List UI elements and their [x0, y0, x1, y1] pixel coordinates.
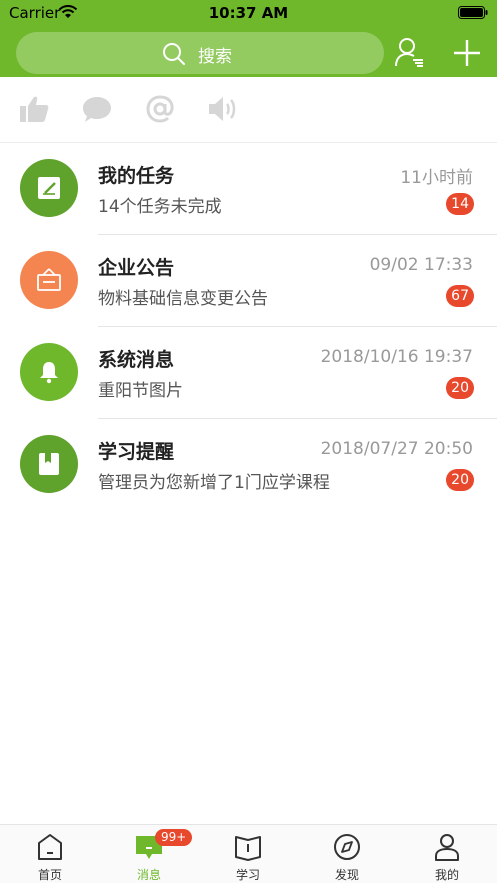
tab-discover[interactable]: 发现 — [297, 825, 397, 883]
tab-label: 首页 — [37, 868, 62, 882]
tab-label: 发现 — [334, 868, 359, 882]
message-item-announcements[interactable]: 企业公告 09/02 17:33 物料基础信息变更公告 67 — [0, 235, 497, 327]
speaker-icon[interactable] — [207, 93, 239, 125]
tab-badge: 99+ — [155, 829, 193, 846]
message-preview: 管理员为您新增了1门应学课程 — [98, 473, 330, 493]
tab-learning[interactable]: 学习 — [198, 825, 298, 883]
tab-label: 学习 — [235, 868, 260, 882]
add-icon[interactable] — [452, 38, 482, 68]
home-icon — [38, 834, 62, 860]
tab-profile[interactable]: 我的 — [397, 825, 497, 883]
message-time: 09/02 17:33 — [369, 255, 473, 275]
message-preview: 物料基础信息变更公告 — [98, 289, 268, 309]
message-title: 企业公告 — [98, 257, 175, 279]
book-icon — [39, 453, 59, 475]
battery-icon — [458, 6, 488, 19]
search-box[interactable]: 搜索 — [16, 32, 384, 74]
avatar — [20, 343, 78, 401]
message-preview: 14个任务未完成 — [98, 197, 222, 217]
unread-badge: 67 — [446, 285, 474, 307]
nav-bar: 搜索 — [0, 28, 497, 77]
unread-badge: 20 — [446, 377, 474, 399]
task-edit-icon — [38, 177, 60, 199]
tab-label: 消息 — [136, 868, 161, 882]
message-time: 11小时前 — [400, 168, 473, 188]
message-preview: 重阳节图片 — [98, 381, 183, 401]
message-title: 学习提醒 — [98, 441, 175, 463]
open-book-icon — [235, 836, 261, 861]
status-time: 10:37 AM — [208, 4, 289, 22]
avatar — [20, 159, 78, 217]
message-time: 2018/10/16 19:37 — [320, 347, 473, 367]
compass-icon — [334, 834, 360, 860]
message-list: 我的任务 11小时前 14个任务未完成 14 企业公告 09/02 17:33 … — [0, 143, 497, 511]
tab-bar: 首页 99+ 消息 学习 发现 我的 — [0, 824, 497, 883]
bell-icon — [40, 362, 58, 384]
at-mention-icon[interactable] — [144, 93, 176, 125]
unread-badge: 20 — [446, 469, 474, 491]
contacts-icon[interactable] — [394, 36, 426, 68]
avatar — [20, 435, 78, 493]
message-time: 2018/07/27 20:50 — [320, 439, 473, 459]
tab-label: 我的 — [434, 868, 459, 882]
status-bar: Carrier 10:37 AM — [0, 0, 497, 28]
message-item-system[interactable]: 系统消息 2018/10/16 19:37 重阳节图片 20 — [0, 327, 497, 419]
avatar — [20, 251, 78, 309]
search-placeholder: 搜索 — [198, 47, 232, 67]
tab-messages[interactable]: 99+ 消息 — [99, 825, 199, 883]
tab-home[interactable]: 首页 — [0, 825, 100, 883]
message-item-learning[interactable]: 学习提醒 2018/07/27 20:50 管理员为您新增了1门应学课程 20 — [0, 419, 497, 511]
notice-board-icon — [37, 268, 61, 291]
comment-icon[interactable] — [81, 93, 113, 125]
thumbs-up-icon[interactable] — [18, 93, 50, 125]
search-icon — [163, 43, 185, 65]
message-item-tasks[interactable]: 我的任务 11小时前 14个任务未完成 14 — [0, 143, 497, 235]
unread-badge: 14 — [446, 193, 474, 215]
quick-filter-bar — [0, 77, 497, 143]
profile-icon — [435, 834, 459, 861]
message-title: 我的任务 — [98, 165, 175, 187]
message-title: 系统消息 — [98, 349, 175, 371]
